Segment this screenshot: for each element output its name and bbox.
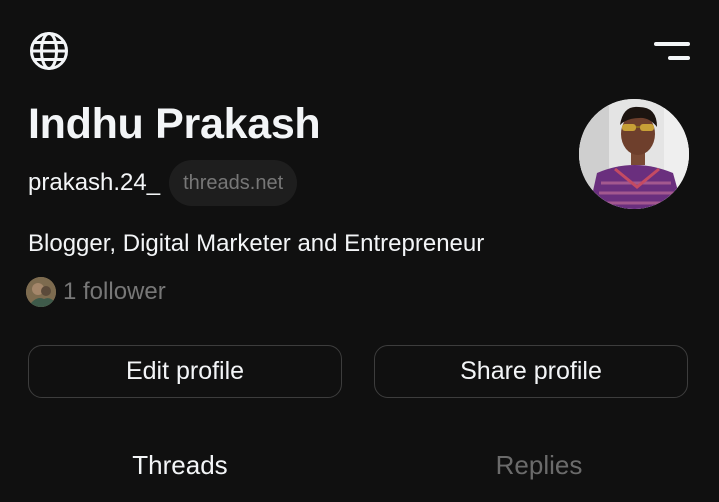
followers-link[interactable]: 1 follower bbox=[26, 275, 166, 309]
menu-icon[interactable] bbox=[648, 38, 690, 66]
domain-badge[interactable]: threads.net bbox=[169, 160, 298, 206]
avatar-photo bbox=[579, 99, 689, 209]
profile-bio: Blogger, Digital Marketer and Entreprene… bbox=[28, 230, 485, 257]
edit-profile-button[interactable]: Edit profile bbox=[28, 345, 342, 398]
menu-line-bottom bbox=[668, 56, 690, 60]
share-profile-button[interactable]: Share profile bbox=[374, 345, 688, 398]
tab-threads[interactable]: Threads bbox=[10, 440, 350, 490]
tab-replies[interactable]: Replies bbox=[369, 440, 709, 490]
profile-handle: prakash.24_ bbox=[28, 169, 161, 196]
profile-avatar[interactable] bbox=[579, 99, 689, 209]
follower-count: 1 follower bbox=[63, 278, 166, 305]
handle-row: prakash.24_ threads.net bbox=[28, 160, 298, 206]
follower-avatar bbox=[26, 277, 56, 307]
globe-icon[interactable] bbox=[29, 31, 69, 71]
menu-line-top bbox=[654, 42, 690, 46]
follower-avatar-photo bbox=[26, 277, 56, 307]
profile-name: Indhu Prakash bbox=[28, 100, 321, 148]
